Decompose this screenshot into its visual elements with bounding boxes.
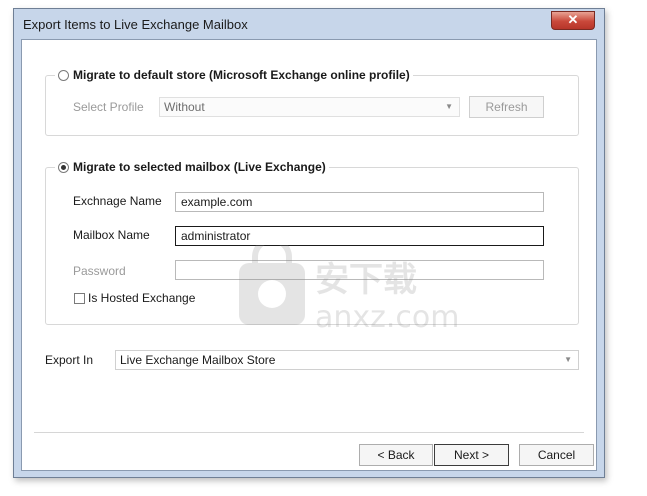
selected-mailbox-option[interactable]: Migrate to selected mailbox (Live Exchan… (55, 160, 329, 174)
export-dialog: Export Items to Live Exchange Mailbox ✕ … (13, 8, 605, 478)
close-icon: ✕ (567, 12, 579, 27)
password-label: Password (73, 264, 126, 278)
chevron-down-icon: ▼ (445, 102, 453, 111)
dialog-body: Migrate to default store (Microsoft Exch… (21, 39, 597, 471)
mailbox-name-label: Mailbox Name (73, 228, 150, 242)
select-profile-value: Without (164, 100, 205, 114)
password-field[interactable] (175, 260, 544, 280)
next-button[interactable]: Next > (434, 444, 509, 466)
selected-mailbox-label: Migrate to selected mailbox (Live Exchan… (73, 160, 326, 174)
select-profile-label: Select Profile (73, 100, 144, 114)
mailbox-name-field[interactable]: administrator (175, 226, 544, 246)
default-store-label: Migrate to default store (Microsoft Exch… (73, 68, 410, 82)
default-store-radio[interactable] (58, 69, 69, 81)
export-in-value: Live Exchange Mailbox Store (120, 353, 276, 367)
footer-separator (34, 432, 584, 433)
back-button[interactable]: < Back (359, 444, 433, 466)
exchange-name-field[interactable]: example.com (175, 192, 544, 212)
title-bar: Export Items to Live Exchange Mailbox ✕ (14, 9, 604, 39)
hosted-exchange-label: Is Hosted Exchange (88, 291, 196, 305)
window-title: Export Items to Live Exchange Mailbox (23, 17, 248, 32)
chevron-down-icon: ▼ (564, 355, 572, 364)
close-button[interactable]: ✕ (551, 11, 595, 30)
cancel-button[interactable]: Cancel (519, 444, 594, 466)
export-in-label: Export In (45, 353, 94, 367)
select-profile-combo[interactable]: Without ▼ (159, 97, 460, 117)
selected-mailbox-radio[interactable] (58, 161, 69, 173)
refresh-button[interactable]: Refresh (469, 96, 544, 118)
exchange-name-label: Exchnage Name (73, 194, 162, 208)
export-in-combo[interactable]: Live Exchange Mailbox Store ▼ (115, 350, 579, 370)
hosted-exchange-checkbox[interactable] (74, 293, 85, 304)
default-store-option[interactable]: Migrate to default store (Microsoft Exch… (55, 68, 413, 82)
